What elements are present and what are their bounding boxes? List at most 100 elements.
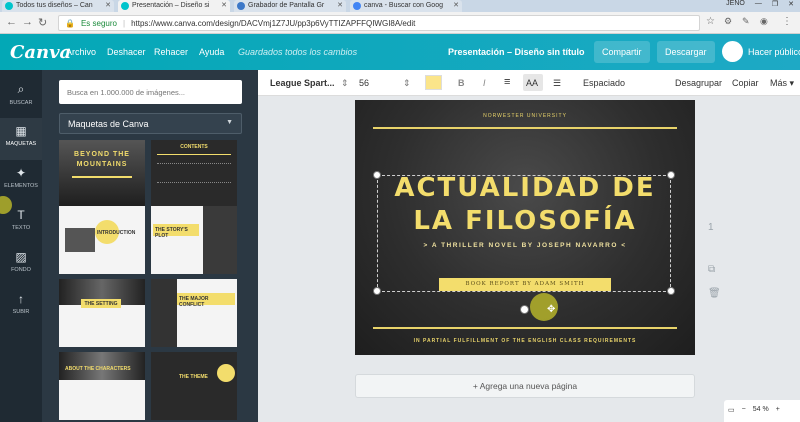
close-tab-icon[interactable]: ✕ [221, 1, 227, 9]
image-search-input[interactable] [59, 80, 242, 104]
zoom-out-button[interactable]: − [742, 406, 746, 416]
thumbnail-title: THE MAJOR CONFLICT [177, 293, 235, 308]
thumbnail-title: CONTENTS [180, 144, 208, 150]
rail-label: SUBIR [12, 309, 30, 315]
close-window-icon[interactable]: ✕ [788, 0, 794, 12]
bold-button[interactable]: B [458, 78, 465, 88]
copy-button[interactable]: Copiar [732, 78, 759, 88]
tab-label: canva - Buscar con Goog [364, 2, 443, 9]
delete-page-icon[interactable]: 🗑 [708, 288, 721, 299]
rotate-handle-icon[interactable] [520, 305, 529, 314]
duplicate-page-icon[interactable]: ⧉ [708, 264, 715, 275]
tab-label: Grabador de Pantalla Gr [248, 2, 325, 9]
move-cursor-icon: ✥ [547, 304, 556, 315]
template-thumbnail[interactable]: BEYOND THE MOUNTAINS [59, 140, 145, 208]
avatar[interactable] [722, 41, 743, 62]
extension-icon[interactable]: ⚙ [724, 16, 732, 27]
recorder-favicon-icon [237, 2, 245, 10]
template-thumbnail[interactable]: THE STORY'S PLOT [151, 206, 237, 274]
menu-ayuda[interactable]: Ayuda [199, 47, 224, 57]
rail-label: TEXTO [11, 225, 31, 231]
upload-icon: ↑ [18, 292, 24, 306]
template-thumbnail[interactable]: THE MAJOR CONFLICT [151, 279, 237, 347]
menu-rehacer[interactable]: Rehacer [154, 47, 188, 57]
template-thumbnail[interactable]: INTRODUCTION [59, 206, 145, 274]
rail-item-fondo[interactable]: ▨ FONDO [0, 244, 42, 286]
rail-item-subir[interactable]: ↑ SUBIR [0, 286, 42, 328]
close-tab-icon[interactable]: ✕ [337, 1, 343, 9]
thumbnail-image [203, 206, 237, 274]
reload-icon[interactable]: ↻ [38, 16, 47, 29]
text-color-swatch[interactable] [425, 75, 442, 90]
thumbnail-title: ABOUT THE CHARACTERS [65, 366, 131, 372]
thumbnail-circle [217, 364, 235, 382]
zoom-in-button[interactable]: + [776, 406, 780, 416]
template-thumbnail[interactable]: ABOUT THE CHARACTERS [59, 352, 145, 420]
publish-button[interactable]: Hacer público [748, 47, 800, 57]
profile-label[interactable]: JENO [726, 0, 745, 12]
font-family-select[interactable]: League Spart... [270, 78, 335, 88]
presenter-icon[interactable]: ▭ [728, 406, 735, 416]
resize-handle[interactable] [373, 171, 381, 179]
list-button[interactable]: ☰ [553, 78, 561, 89]
font-size-select[interactable]: 56 [359, 78, 369, 88]
browser-tab-active[interactable]: Presentación – Diseño si ✕ [118, 0, 230, 12]
template-thumbnail[interactable]: THE SETTING [59, 279, 145, 347]
thumbnail-rule [157, 154, 231, 155]
bookmark-star-icon[interactable]: ☆ [706, 16, 715, 27]
close-tab-icon[interactable]: ✕ [453, 1, 459, 9]
spacing-button[interactable]: Espaciado [583, 78, 625, 88]
ungroup-button[interactable]: Desagrupar [675, 78, 722, 88]
share-button[interactable]: Compartir [594, 41, 650, 63]
tab-label: Presentación – Diseño si [132, 2, 210, 9]
add-page-button[interactable]: + Agrega una nueva página [355, 374, 695, 398]
thumbnail-image [65, 228, 95, 252]
forward-icon[interactable]: → [22, 16, 33, 28]
case-button[interactable]: AA [526, 78, 538, 88]
resize-handle[interactable] [667, 171, 675, 179]
window-controls: JENO — ❐ ✕ [726, 0, 800, 12]
thumbnail-list [157, 163, 231, 183]
chevron-updown-icon[interactable]: ⇕ [403, 78, 411, 89]
align-button[interactable]: ≡ [504, 76, 510, 88]
thumbnail-title: THE SETTING [81, 299, 121, 308]
thumbnail-title: INTRODUCTION [97, 230, 136, 236]
maximize-icon[interactable]: ❐ [772, 0, 778, 12]
italic-button[interactable]: I [483, 78, 486, 88]
menu-deshacer[interactable]: Deshacer [107, 47, 146, 57]
chevron-updown-icon[interactable]: ⇕ [341, 78, 349, 89]
document-title[interactable]: Presentación – Diseño sin título [448, 47, 585, 57]
template-thumbnail[interactable]: THE THEME [151, 352, 237, 420]
back-icon[interactable]: ← [6, 16, 17, 28]
templates-dropdown[interactable]: Maquetas de Canva ▼ [59, 113, 242, 134]
resize-handle[interactable] [667, 287, 675, 295]
browser-tab[interactable]: Grabador de Pantalla Gr ✕ [234, 0, 346, 12]
browser-tab[interactable]: canva - Buscar con Goog ✕ [350, 0, 462, 12]
thumbnail-rule [72, 176, 132, 178]
fulfillment-text[interactable]: IN PARTIAL FULFILLMENT OF THE ENGLISH CL… [355, 338, 695, 344]
minimize-icon[interactable]: — [755, 0, 762, 12]
template-thumbnail[interactable]: CONTENTS [151, 140, 237, 208]
more-button[interactable]: Más ▾ [770, 78, 794, 89]
thumbnail-title: BEYOND THE MOUNTAINS [74, 151, 130, 168]
rail-label: MAQUETAS [5, 141, 37, 147]
resize-handle[interactable] [373, 287, 381, 295]
thumbnail-image [151, 279, 177, 347]
browser-tab[interactable]: Todos tus diseños – Can ✕ [2, 0, 114, 12]
browser-menu-icon[interactable]: ⋮ [782, 16, 792, 27]
chevron-down-icon: ▼ [226, 119, 233, 126]
extension-icon[interactable]: ✎ [742, 16, 750, 27]
zoom-level[interactable]: 54 % [753, 406, 769, 416]
canva-logo[interactable]: Canva [10, 42, 71, 63]
thumbnail-title: THE STORY'S PLOT [153, 224, 199, 239]
rail-item-buscar[interactable]: ⌕ BUSCAR [0, 76, 42, 118]
selection-box [377, 175, 671, 292]
download-button[interactable]: Descargar [657, 41, 715, 63]
rail-item-maquetas[interactable]: ▦ MAQUETAS [0, 118, 42, 160]
university-label[interactable]: NORWESTER UNIVERSITY [355, 113, 695, 119]
close-tab-icon[interactable]: ✕ [105, 1, 111, 9]
dropdown-value: Maquetas de Canva [68, 119, 149, 129]
url-field[interactable]: 🔒 Es seguro | https://www.canva.com/desi… [58, 15, 700, 31]
menu-archivo[interactable]: Archivo [66, 47, 96, 57]
extension-icon[interactable]: ◉ [760, 16, 768, 27]
